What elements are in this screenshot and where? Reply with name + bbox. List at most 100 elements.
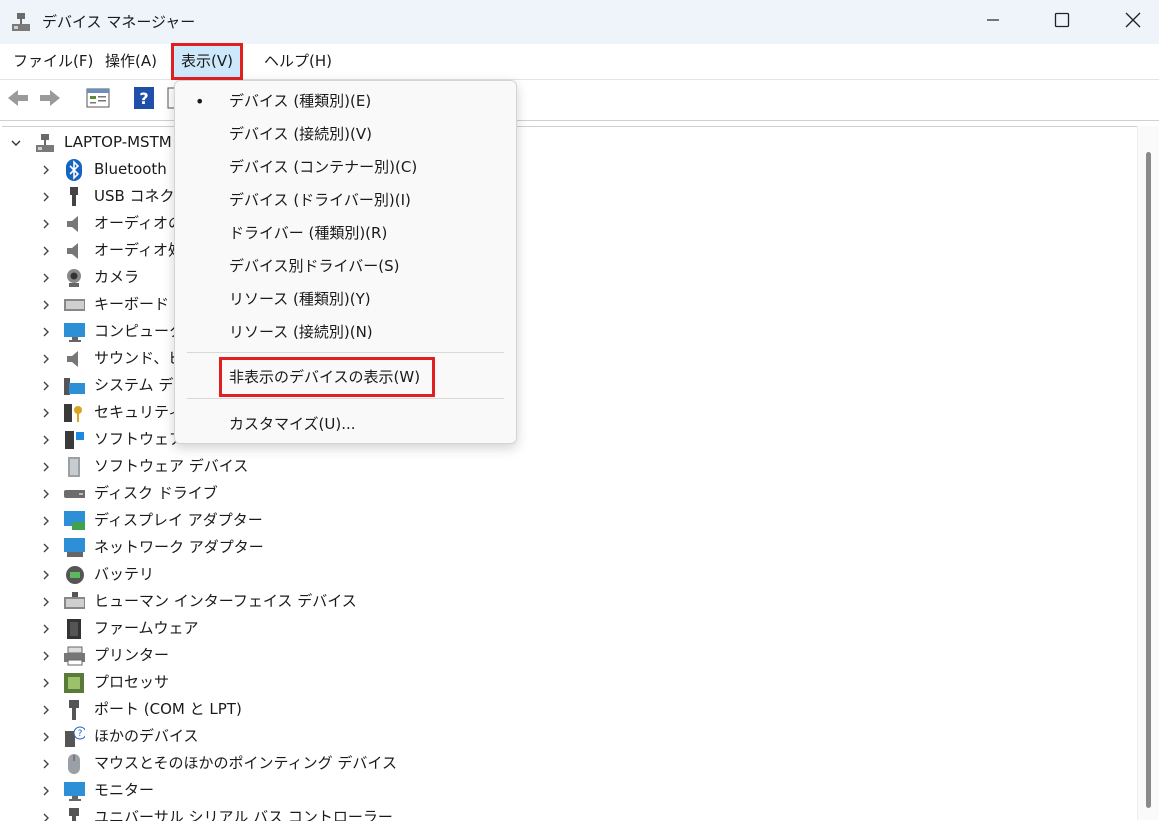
tree-item[interactable]: ディスプレイ アダプター [2,507,1132,534]
view-menu-item[interactable]: リソース (接続別)(N) [175,316,516,349]
tree-item[interactable]: オーディオの [2,210,1132,237]
tree-item[interactable]: ネットワーク アダプター [2,534,1132,561]
chevron-right-icon[interactable] [38,669,54,696]
chevron-right-icon[interactable] [38,588,54,615]
device-tree: LAPTOP-MSTM Bluetooth USB コネクオーディオの オーディオ処… [2,126,1138,821]
system-device-icon [63,375,85,397]
tree-item[interactable]: カメラ [2,264,1132,291]
view-menu-item[interactable]: デバイス (接続別)(V) [175,118,516,151]
chevron-right-icon[interactable] [38,453,54,480]
disk-drive-icon [63,483,85,505]
chevron-right-icon[interactable] [38,642,54,669]
chevron-right-icon[interactable] [38,534,54,561]
maximize-button[interactable] [1039,0,1085,44]
tree-item[interactable]: ユニバーサル シリアル バス コントローラー [2,804,1132,821]
minimize-button[interactable] [970,0,1016,44]
tree-item-label: ディスプレイ アダプター [94,511,263,529]
view-menu-item[interactable]: デバイス (ドライバー別)(I) [175,184,516,217]
checked-bullet-icon: • [195,92,205,111]
mouse-icon [63,753,85,775]
tree-item[interactable]: キーボード [2,291,1132,318]
tree-item[interactable]: ファームウェア [2,615,1132,642]
help-button[interactable]: ? [130,86,158,114]
tree-item[interactable]: ヒューマン インターフェイス デバイス [2,588,1132,615]
tree-root[interactable]: LAPTOP-MSTM [2,129,1132,156]
tree-item[interactable]: ソフトウェア [2,426,1132,453]
chevron-right-icon[interactable] [38,345,54,372]
menu-action[interactable]: 操作(A) [105,44,157,79]
chevron-right-icon[interactable] [38,615,54,642]
camera-icon [63,267,85,289]
tree-item[interactable]: ソフトウェア デバイス [2,453,1132,480]
chevron-right-icon[interactable] [38,480,54,507]
tree-item[interactable]: USB コネク [2,183,1132,210]
close-icon [1125,12,1141,32]
tree-item[interactable]: マウスとそのほかのポインティング デバイス [2,750,1132,777]
chevron-right-icon[interactable] [38,561,54,588]
menu-view[interactable]: 表示(V) [171,43,243,80]
chevron-right-icon[interactable] [38,183,54,210]
tree-item[interactable]: オーディオ処 [2,237,1132,264]
chevron-right-icon[interactable] [38,696,54,723]
chevron-right-icon[interactable] [38,210,54,237]
chevron-right-icon[interactable] [38,426,54,453]
display-adapter-icon [63,510,85,532]
window-title: デバイス マネージャー [42,13,196,31]
customize-item[interactable]: カスタマイズ(U)... [175,408,516,441]
tree-item[interactable]: コンピューター [2,318,1132,345]
tree-item[interactable]: プリンター [2,642,1132,669]
tree-item[interactable]: プロセッサ [2,669,1132,696]
view-menu-item[interactable]: デバイス (コンテナー別)(C) [175,151,516,184]
chevron-right-icon[interactable] [38,372,54,399]
view-menu-item-label: デバイス別ドライバー(S) [229,257,400,275]
bluetooth-icon [63,159,85,181]
speaker-icon [63,240,85,262]
tree-item[interactable]: Bluetooth [2,156,1132,183]
chevron-right-icon[interactable] [38,777,54,804]
battery-icon [63,564,85,586]
chevron-right-icon[interactable] [38,723,54,750]
tree-item-label: オーディオの [94,214,183,232]
tree-item-label: ポート (COM と LPT) [94,700,242,718]
menu-file[interactable]: ファイル(F) [13,44,93,79]
chevron-right-icon[interactable] [38,804,54,821]
menu-bar: ファイル(F) 操作(A) 表示(V) ヘルプ(H) [0,43,1159,80]
maximize-icon [1054,12,1070,32]
other-device-icon: ? [63,726,85,748]
close-button[interactable] [1110,0,1156,44]
chevron-right-icon[interactable] [38,399,54,426]
tree-item[interactable]: バッテリ [2,561,1132,588]
chevron-right-icon[interactable] [38,291,54,318]
tree-item-label: ユニバーサル シリアル バス コントローラー [94,808,393,821]
tree-item[interactable]: サウンド、ビ [2,345,1132,372]
tree-item[interactable]: ディスク ドライブ [2,480,1132,507]
chevron-right-icon[interactable] [38,750,54,777]
chevron-down-icon[interactable] [8,129,24,156]
tree-item[interactable]: ? ほかのデバイス [2,723,1132,750]
chevron-right-icon[interactable] [38,237,54,264]
view-menu-item[interactable]: デバイス別ドライバー(S) [175,250,516,283]
chevron-right-icon[interactable] [38,156,54,183]
properties-view-button[interactable] [84,86,112,114]
keyboard-icon [63,294,85,316]
menu-help[interactable]: ヘルプ(H) [264,44,332,79]
tree-item-label: オーディオ処 [94,241,183,259]
tree-item-label: ネットワーク アダプター [94,538,264,556]
scrollbar-thumb[interactable] [1146,152,1151,808]
tree-item[interactable]: ポート (COM と LPT) [2,696,1132,723]
tree-item-label: モニター [94,781,155,799]
view-menu-item[interactable]: リソース (種類別)(Y) [175,283,516,316]
tree-item[interactable]: セキュリティ [2,399,1132,426]
chevron-right-icon[interactable] [38,264,54,291]
tree-item[interactable]: モニター [2,777,1132,804]
vertical-scrollbar[interactable] [1137,126,1159,820]
chevron-right-icon[interactable] [38,507,54,534]
view-menu-item[interactable]: • デバイス (種類別)(E) [175,85,516,118]
chevron-right-icon[interactable] [38,318,54,345]
forward-button[interactable] [36,86,64,114]
back-button[interactable] [4,86,32,114]
tree-item-label: セキュリティ [94,403,184,421]
tree-item[interactable]: システム デバ [2,372,1132,399]
view-menu-item[interactable]: ドライバー (種類別)(R) [175,217,516,250]
svg-text:?: ? [78,729,83,739]
